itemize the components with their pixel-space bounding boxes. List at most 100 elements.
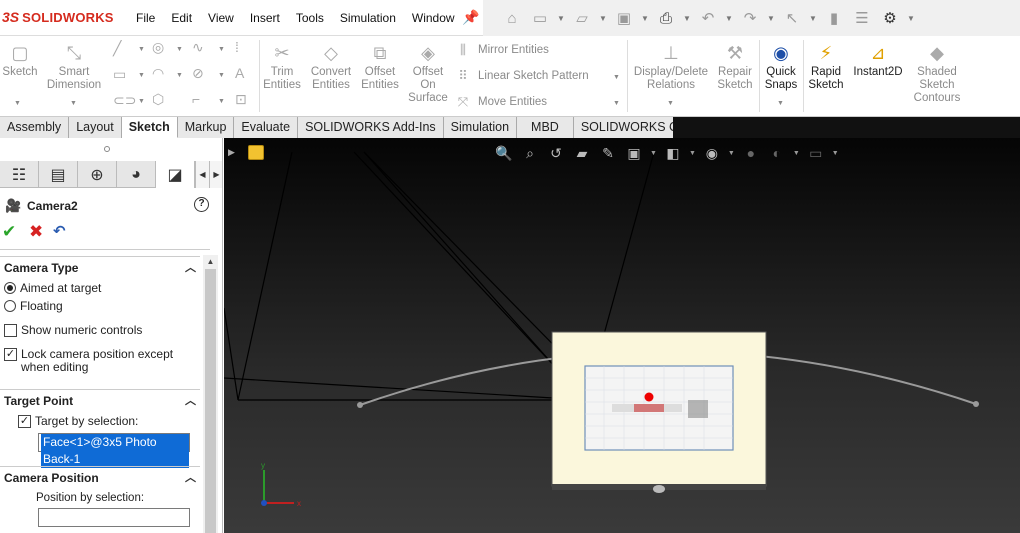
- chevron-left-icon[interactable]: ◀: [195, 161, 209, 188]
- chevron-down-icon[interactable]: ▼: [667, 100, 674, 107]
- tab-evaluate[interactable]: Evaluate: [234, 117, 299, 138]
- new-document-icon[interactable]: ▭: [529, 7, 551, 29]
- polygon-icon[interactable]: ⬡: [152, 91, 164, 108]
- solidworks-logo[interactable]: 3S SOLIDWORKS: [2, 9, 114, 25]
- gear-icon[interactable]: ⚙: [879, 7, 901, 29]
- chevron-down-icon[interactable]: ▼: [218, 72, 225, 79]
- chevron-down-icon[interactable]: ▼: [725, 14, 733, 23]
- apply-scene-icon[interactable]: ◐: [767, 143, 787, 163]
- menu-tools[interactable]: Tools: [288, 11, 332, 25]
- lock-camera-checkbox[interactable]: ✓: [4, 348, 17, 361]
- undo-icon[interactable]: ↶: [697, 7, 719, 29]
- tab-layout[interactable]: Layout: [69, 117, 122, 138]
- camera-target-point[interactable]: [644, 392, 654, 402]
- text-icon[interactable]: A: [235, 65, 244, 81]
- rapid-sketch-button[interactable]: ⚡ Rapid Sketch: [805, 42, 847, 92]
- collapse-chevron-icon[interactable]: ︿: [185, 467, 196, 489]
- menu-simulation[interactable]: Simulation: [332, 11, 404, 25]
- arc-endpoint[interactable]: [973, 401, 979, 407]
- view-settings-icon[interactable]: ▭: [806, 143, 826, 163]
- position-selection-box[interactable]: [38, 508, 190, 527]
- scroll-up-icon[interactable]: ▲: [203, 255, 218, 269]
- collapse-chevron-icon[interactable]: ︿: [185, 257, 196, 279]
- aimed-at-target-radio[interactable]: [4, 282, 16, 294]
- point-icon[interactable]: ⊡: [235, 91, 247, 108]
- chevron-down-icon[interactable]: ▼: [613, 100, 620, 107]
- ellipse-icon[interactable]: ⊘: [192, 65, 204, 82]
- target-by-selection-checkbox[interactable]: ✓: [18, 415, 31, 428]
- hide-show-items-icon[interactable]: ◉: [702, 143, 722, 163]
- chevron-down-icon[interactable]: ▼: [138, 72, 145, 79]
- rebuild-icon[interactable]: ▮: [823, 7, 845, 29]
- cancel-x-icon[interactable]: ✖: [29, 222, 43, 242]
- chevron-down-icon[interactable]: ▼: [138, 46, 145, 53]
- chevron-down-icon[interactable]: ▼: [728, 150, 735, 157]
- chevron-down-icon[interactable]: ▼: [641, 14, 649, 23]
- chevron-down-icon[interactable]: ▼: [832, 150, 839, 157]
- help-icon[interactable]: ?: [194, 197, 209, 212]
- line-icon[interactable]: ╱: [113, 40, 121, 57]
- menu-insert[interactable]: Insert: [242, 11, 288, 25]
- chevron-down-icon[interactable]: ▼: [907, 14, 915, 23]
- menu-edit[interactable]: Edit: [163, 11, 200, 25]
- chevron-down-icon[interactable]: ▼: [138, 98, 145, 105]
- dynamic-annotation-icon[interactable]: ✎: [598, 143, 618, 163]
- move-entities-button[interactable]: ⤧ Move Entities: [454, 94, 547, 110]
- offset-entities-button[interactable]: ⧉ Offset Entities: [358, 42, 402, 92]
- arc-endpoint[interactable]: [357, 402, 363, 408]
- display-manager-tab-icon[interactable]: ◕: [117, 161, 156, 188]
- convert-entities-button[interactable]: ◇ Convert Entities: [306, 42, 356, 92]
- trim-entities-button[interactable]: ✂ Trim Entities: [262, 42, 302, 92]
- floating-option[interactable]: Floating: [4, 300, 63, 313]
- save-icon[interactable]: ▣: [613, 7, 635, 29]
- pin-icon[interactable]: 📌: [462, 9, 479, 26]
- tab-assembly[interactable]: Assembly: [0, 117, 70, 138]
- chevron-down-icon[interactable]: ▼: [14, 100, 21, 107]
- zoom-to-area-icon[interactable]: ⌕: [520, 143, 540, 163]
- tab-mbd[interactable]: MBD: [517, 117, 574, 138]
- construction-icon[interactable]: ⁞: [235, 39, 239, 55]
- sketch-button[interactable]: ▢ Sketch: [2, 42, 38, 79]
- camera-position-header[interactable]: Camera Position ︿: [0, 466, 200, 486]
- open-folder-icon[interactable]: ▱: [571, 7, 593, 29]
- property-manager-tab-icon[interactable]: ▤: [39, 161, 78, 188]
- tab-solidworks-add-ins[interactable]: SOLIDWORKS Add-Ins: [298, 117, 444, 138]
- show-numeric-controls-option[interactable]: Show numeric controls: [4, 324, 142, 337]
- slot-icon[interactable]: ⊂⊃: [113, 92, 136, 109]
- chevron-down-icon[interactable]: ▼: [70, 100, 77, 107]
- panel-splitter[interactable]: [0, 138, 222, 160]
- tab-markup[interactable]: Markup: [177, 117, 235, 138]
- linear-sketch-pattern-button[interactable]: ⠿ Linear Sketch Pattern: [454, 68, 588, 84]
- section-view-icon[interactable]: ▰: [572, 143, 592, 163]
- tab-sketch[interactable]: Sketch: [121, 117, 178, 138]
- arc-icon[interactable]: ◠: [152, 65, 164, 82]
- collapse-chevron-icon[interactable]: ︿: [185, 390, 196, 412]
- menu-file[interactable]: File: [128, 11, 163, 25]
- repair-sketch-button[interactable]: ⚒ Repair Sketch: [714, 42, 756, 92]
- tab-simulation[interactable]: Simulation: [443, 117, 518, 138]
- print-icon[interactable]: ⎙: [655, 7, 677, 29]
- show-numeric-controls-checkbox[interactable]: [4, 324, 17, 337]
- target-selection-box[interactable]: Face<1>@3x5 Photo Back-1: [38, 433, 190, 468]
- chevron-down-icon[interactable]: ▼: [689, 150, 696, 157]
- property-manager-scrollbar[interactable]: ▲: [203, 255, 218, 533]
- chevron-down-icon[interactable]: ▼: [683, 14, 691, 23]
- offset-on-surface-button[interactable]: ◈ Offset On Surface: [404, 42, 452, 105]
- chevron-right-icon[interactable]: ▶: [209, 161, 222, 188]
- chevron-down-icon[interactable]: ▼: [176, 46, 183, 53]
- configuration-manager-tab-icon[interactable]: ⊕: [78, 161, 117, 188]
- chevron-down-icon[interactable]: ▼: [599, 14, 607, 23]
- edit-appearance-icon[interactable]: ●: [741, 143, 761, 163]
- home-icon[interactable]: ⌂: [501, 7, 523, 29]
- undo-icon[interactable]: ↶: [53, 222, 66, 240]
- chevron-down-icon[interactable]: ▼: [557, 14, 565, 23]
- mirror-entities-button[interactable]: ⫼ Mirror Entities: [454, 42, 549, 58]
- redo-icon[interactable]: ↷: [739, 7, 761, 29]
- feature-manager-tab-icon[interactable]: ☷: [0, 161, 39, 188]
- file-properties-icon[interactable]: ☰: [851, 7, 873, 29]
- spline-icon[interactable]: ∿: [192, 39, 204, 56]
- zoom-to-fit-icon[interactable]: 🔍: [494, 143, 514, 163]
- chevron-down-icon[interactable]: ▼: [809, 14, 817, 23]
- target-point-header[interactable]: Target Point ︿: [0, 389, 200, 409]
- camera-type-header[interactable]: Camera Type ︿: [0, 256, 200, 276]
